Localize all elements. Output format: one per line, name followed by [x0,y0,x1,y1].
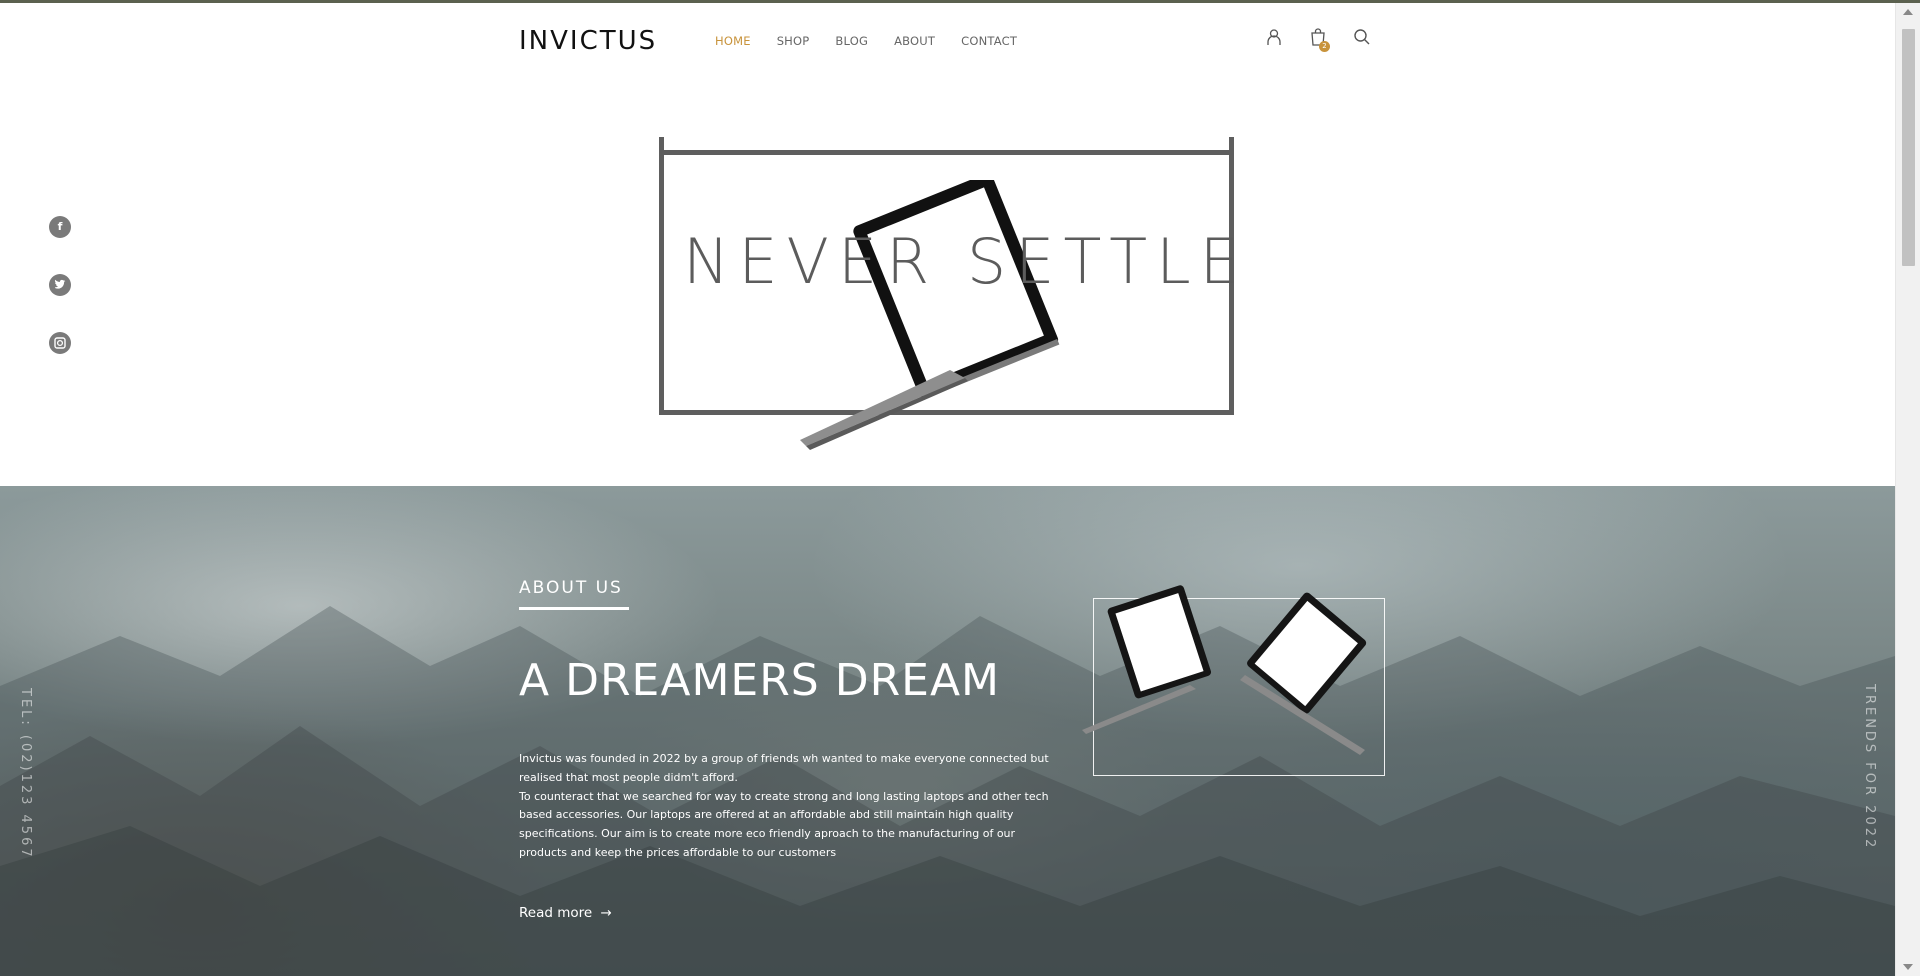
about-section [0,486,1895,976]
nav-item-shop[interactable]: SHOP [777,34,810,48]
hero-laptop-image [800,180,1060,450]
scrollbar-thumb[interactable] [1902,29,1915,266]
nav-item-about[interactable]: ABOUT [894,34,935,48]
about-paragraph: Invictus was founded in 2022 by a group … [519,752,1049,784]
nav-item-home[interactable]: HOME [715,34,751,48]
nav-item-contact[interactable]: CONTACT [961,34,1017,48]
about-paragraph: To counteract that we searched for way t… [519,789,1049,859]
instagram-glyph-icon [54,337,66,349]
facebook-icon[interactable]: f [49,216,71,238]
cart-count-badge: 2 [1319,41,1330,52]
search-icon [1354,29,1370,45]
about-kicker-underline [519,607,629,610]
header-actions: 2 [1264,27,1396,52]
nav-item-blog[interactable]: BLOG [835,34,868,48]
about-laptops-image [1082,585,1367,755]
arrow-right-icon: → [600,905,612,921]
scroll-up-arrow-icon[interactable] [1903,9,1913,15]
instagram-icon[interactable] [49,332,71,354]
twitter-bird-icon [54,279,66,289]
about-body: Invictus was founded in 2022 by a group … [519,750,1064,863]
hero-title: NEVER SETTLE [683,225,1248,298]
scroll-down-arrow-icon[interactable] [1903,964,1913,970]
page-scrollbar[interactable] [1895,3,1920,976]
account-button[interactable] [1264,27,1286,49]
social-links: f [49,216,71,390]
search-button[interactable] [1352,27,1374,49]
side-phone-text: TEL: (02)123 4567 [18,688,33,860]
about-kicker: ABOUT US [519,578,623,598]
read-more-label: Read more [519,905,593,921]
main-nav: HOME SHOP BLOG ABOUT CONTACT [715,34,1043,48]
read-more-link[interactable]: Read more → [519,905,612,921]
brand-logo[interactable]: INVICTUS [519,26,657,56]
cart-button[interactable]: 2 [1308,27,1330,52]
user-icon [1267,29,1281,45]
side-trends-text: TRENDS FOR 2022 [1862,684,1877,851]
site-header: INVICTUS HOME SHOP BLOG ABOUT CONTACT 2 [0,3,1895,73]
about-title: A DREAMERS DREAM [519,655,1001,706]
twitter-icon[interactable] [49,274,71,296]
mountain-background-image [0,606,1895,976]
